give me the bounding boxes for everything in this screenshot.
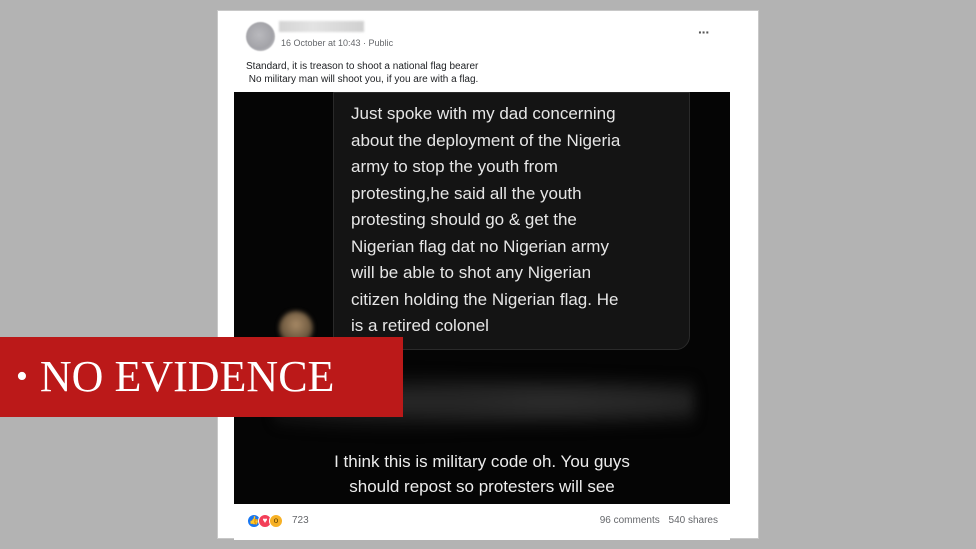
message-line: is a retired colonel: [351, 316, 489, 335]
author-avatar[interactable]: [246, 22, 275, 51]
bottom-text-line: should repost so protesters will see: [349, 477, 615, 496]
message-line: citizen holding the Nigerian flag. He: [351, 289, 619, 309]
no-evidence-label: • NO EVIDENCE: [0, 337, 403, 417]
message-text: Just spoke with my dad concerning about …: [351, 101, 691, 340]
message-line: Nigerian flag dat no Nigerian army: [351, 236, 609, 256]
author-name-blurred[interactable]: [279, 21, 364, 32]
message-line: protesting should go & get the: [351, 210, 577, 229]
more-options-icon[interactable]: ···: [698, 25, 710, 39]
caption-line: No military man will shoot you, if you a…: [246, 74, 479, 85]
shares-count[interactable]: 540 shares: [669, 515, 718, 526]
post-image[interactable]: Just spoke with my dad concerning about …: [234, 92, 730, 504]
label-text: NO EVIDENCE: [39, 352, 335, 401]
message-line: army to stop the youth from: [351, 157, 558, 176]
image-bottom-text: I think this is military code oh. You gu…: [234, 449, 730, 499]
engagement-stats: 96 comments 540 shares: [600, 515, 718, 526]
facebook-post-card: 16 October at 10:43 · Public ··· Standar…: [217, 10, 759, 540]
post-caption: Standard, it is treason to shoot a natio…: [246, 60, 716, 86]
caption-line: Standard, it is treason to shoot a natio…: [246, 61, 479, 72]
message-line: protesting,he said all the youth: [351, 183, 582, 203]
post-timestamp[interactable]: 16 October at 10:43 · Public: [281, 38, 393, 48]
post-footer: 👍 ♥ o 723 96 comments 540 shares: [234, 504, 730, 540]
wow-icon: o: [269, 514, 283, 528]
reaction-icons[interactable]: 👍 ♥ o: [247, 514, 291, 528]
bottom-text-line: I think this is military code oh. You gu…: [334, 452, 630, 471]
label-bullet: •: [16, 358, 28, 395]
reaction-count[interactable]: 723: [292, 515, 309, 526]
message-line: Just spoke with my dad concerning: [351, 104, 616, 123]
message-line: about the deployment of the Nigeria: [351, 130, 621, 150]
post-content: 16 October at 10:43 · Public ··· Standar…: [234, 11, 730, 540]
message-line: will be able to shot any Nigerian: [351, 263, 592, 282]
comments-count[interactable]: 96 comments: [600, 515, 660, 526]
